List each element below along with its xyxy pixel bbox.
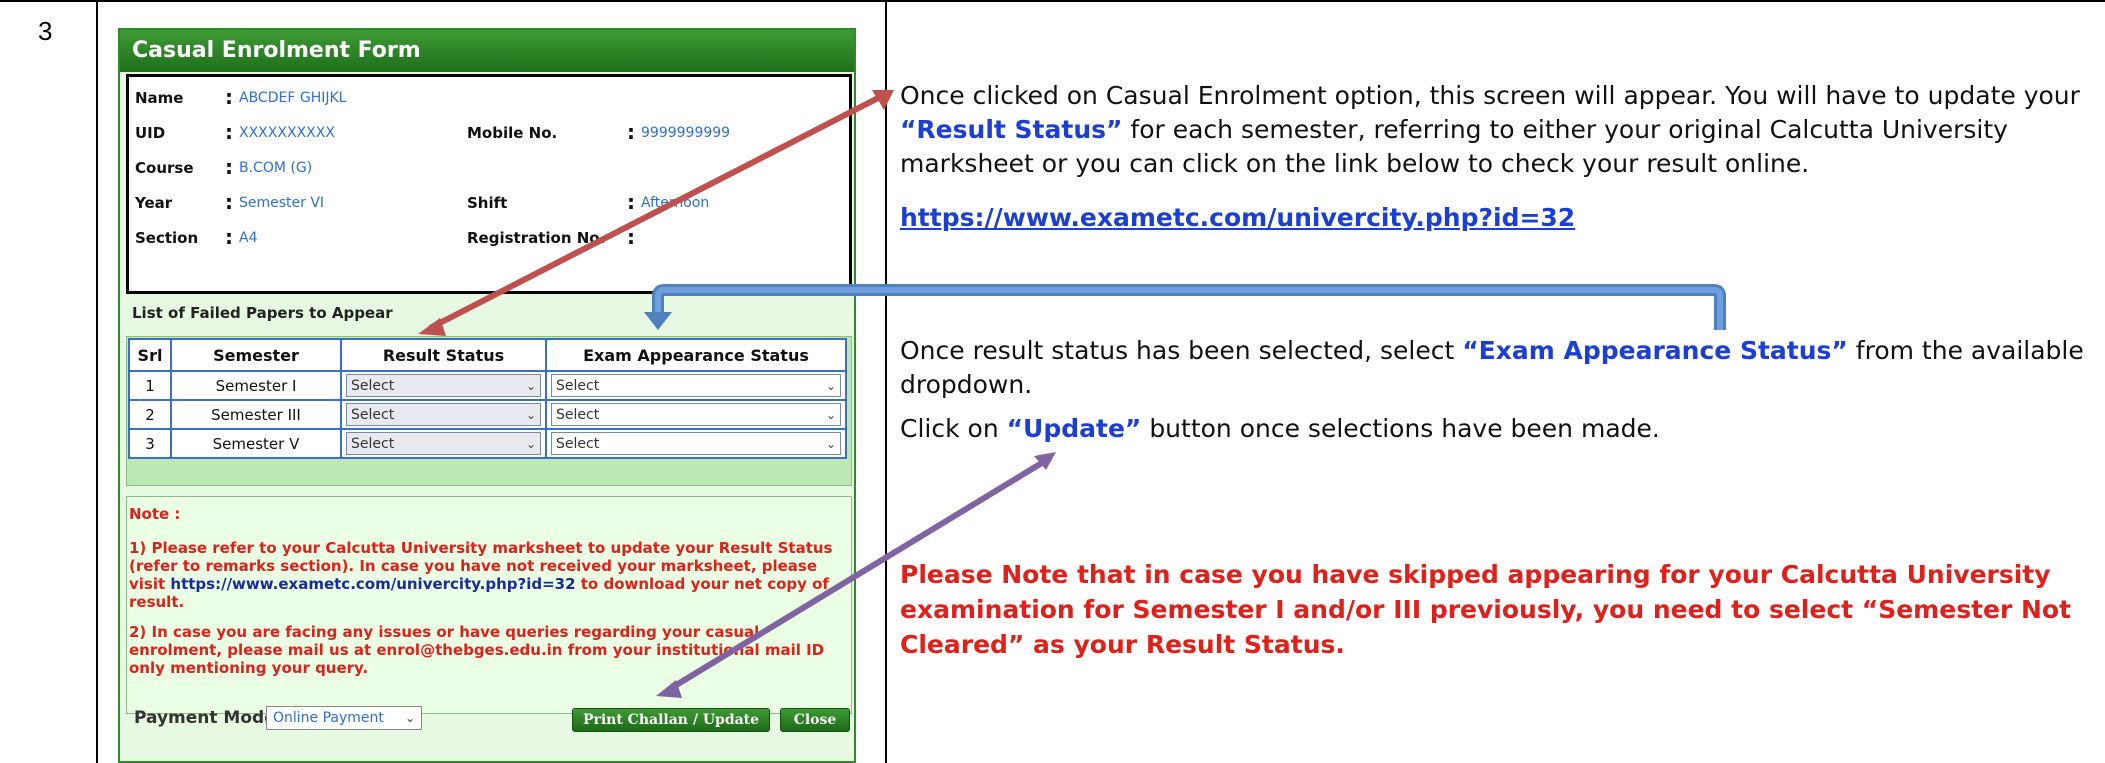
annotation-arrows bbox=[418, 90, 1726, 698]
purple-annotation-arrow bbox=[656, 452, 1056, 698]
blue-annotation-arrow bbox=[644, 284, 1726, 330]
